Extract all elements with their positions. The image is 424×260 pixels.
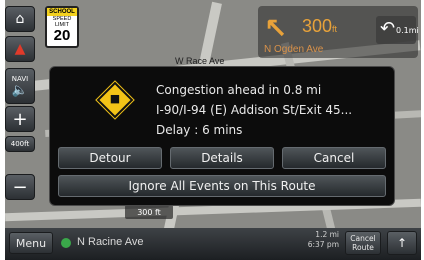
navi-volume-button[interactable]: NAVI 🔈 [5, 68, 35, 104]
navi-label: NAVI [11, 74, 29, 83]
congestion-location: I-90/I-94 (E) Addison St/Exit 45... [156, 103, 353, 117]
turn-guidance-panel[interactable]: ↖ 300ft ↶ 0.1mi N Ogden Ave [258, 6, 419, 58]
next-turn-box: ↶ 0.1mi [376, 16, 419, 44]
details-button[interactable]: Details [170, 147, 274, 169]
map-scale: 300 ft [125, 205, 173, 219]
north-arrow-icon: ↑ [396, 236, 408, 250]
current-street: N Racine Ave [77, 236, 144, 248]
congestion-title: Congestion ahead in 0.8 mi [156, 83, 322, 97]
next-street-name: N Ogden Ave [264, 44, 324, 55]
menu-button[interactable]: Menu [9, 232, 53, 254]
turn-left-arrow-icon: ↖ [264, 12, 288, 45]
ignore-events-button[interactable]: Ignore All Events on This Route [58, 175, 386, 197]
gps-icon [61, 238, 71, 248]
bottom-bar: Menu N Racine Ave 1.2 mi 6:37 pm Cancel … [5, 228, 421, 260]
speed-limit-value: 20 [53, 27, 71, 44]
home-button[interactable]: ⌂ [5, 6, 35, 32]
north-up-button[interactable]: ↑ [387, 231, 417, 255]
map-road-label: W Race Ave [175, 56, 225, 66]
school-label: SCHOOL [47, 8, 77, 16]
next-turn-arrow-icon: ↶ [380, 18, 396, 39]
zoom-in-button[interactable]: + [5, 106, 35, 132]
home-icon: ⌂ [15, 11, 25, 27]
detour-button[interactable]: Detour [58, 147, 162, 169]
turn-distance: 300ft [302, 16, 338, 36]
eta-time: 6:37 pm [307, 240, 339, 249]
congestion-delay: Delay : 6 mins [156, 123, 243, 137]
speaker-icon: 🔈 [11, 82, 29, 98]
congestion-dialog: ■ Congestion ahead in 0.8 mi I-90/I-94 (… [49, 66, 395, 206]
eta-distance: 1.2 mi [315, 230, 339, 239]
nav-screen: W Race Ave ⌂ ▲ NAVI 🔈 + 400ft − SCHOOL S… [5, 0, 421, 260]
zoom-level: 400ft [5, 136, 35, 152]
plus-icon: + [12, 108, 28, 130]
school-speed-limit-sign: SCHOOL SPEED LIMIT 20 [45, 6, 79, 48]
compass-needle-icon: ▲ [14, 41, 26, 57]
car-icon: ■ [109, 92, 121, 105]
cancel-route-button[interactable]: Cancel Route [345, 231, 381, 255]
eta-info: 1.2 mi 6:37 pm [305, 230, 339, 250]
compass-button[interactable]: ▲ [5, 36, 35, 62]
zoom-out-button[interactable]: − [5, 174, 35, 200]
next-turn-distance: 0.1mi [396, 26, 419, 35]
minus-icon: − [12, 176, 28, 198]
cancel-button[interactable]: Cancel [282, 147, 386, 169]
